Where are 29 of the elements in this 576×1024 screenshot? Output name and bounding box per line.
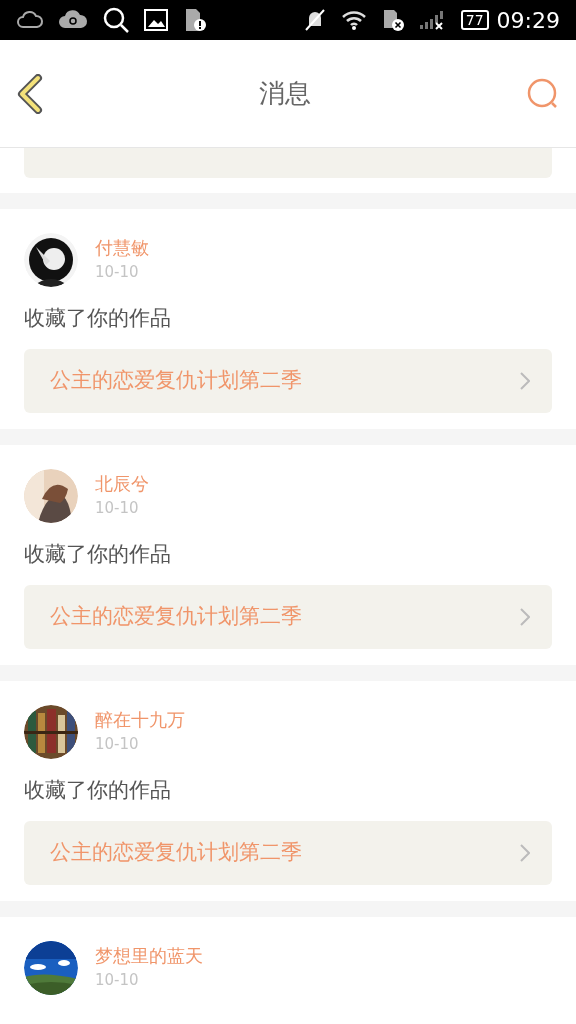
chevron-right-icon <box>520 844 530 862</box>
message-date: 10-10 <box>95 498 140 519</box>
mute-icon <box>302 8 327 32</box>
work-title: 公主的恋爱复仇计划第二季 <box>50 603 302 631</box>
user-name[interactable]: 梦想里的蓝天 <box>95 943 203 969</box>
message-date: 10-10 <box>95 734 140 755</box>
image-icon <box>144 9 168 31</box>
page-title: 消息 <box>259 77 311 110</box>
back-icon[interactable] <box>16 73 44 114</box>
chevron-right-icon <box>520 608 530 626</box>
clock-time: 09:29 <box>496 6 560 35</box>
work-link-card[interactable]: 公主的恋爱复仇计划第二季 <box>24 585 552 649</box>
battery-level: 77 <box>460 10 489 30</box>
user-name[interactable]: 北辰兮 <box>95 471 149 497</box>
message-date: 10-10 <box>95 970 140 991</box>
cloud-icon <box>16 9 44 31</box>
search-icon <box>102 6 130 34</box>
work-link-card[interactable]: 公主的恋爱复仇计划第二季 <box>24 349 552 413</box>
user-name[interactable]: 醉在十九万 <box>95 707 185 733</box>
message-text: 收藏了你的作品 <box>24 541 172 568</box>
user-name[interactable]: 付慧敏 <box>95 235 149 261</box>
work-title: 公主的恋爱复仇计划第二季 <box>50 367 302 395</box>
chevron-right-icon <box>520 372 530 390</box>
message-text: 收藏了你的作品 <box>24 777 172 804</box>
work-link-card[interactable]: 公主的恋爱复仇计划第二季 <box>24 821 552 885</box>
wifi-icon <box>340 9 367 31</box>
message-text: 收藏了你的作品 <box>24 305 172 332</box>
message-date: 10-10 <box>95 262 140 283</box>
work-title: 公主的恋爱复仇计划第二季 <box>50 839 302 867</box>
